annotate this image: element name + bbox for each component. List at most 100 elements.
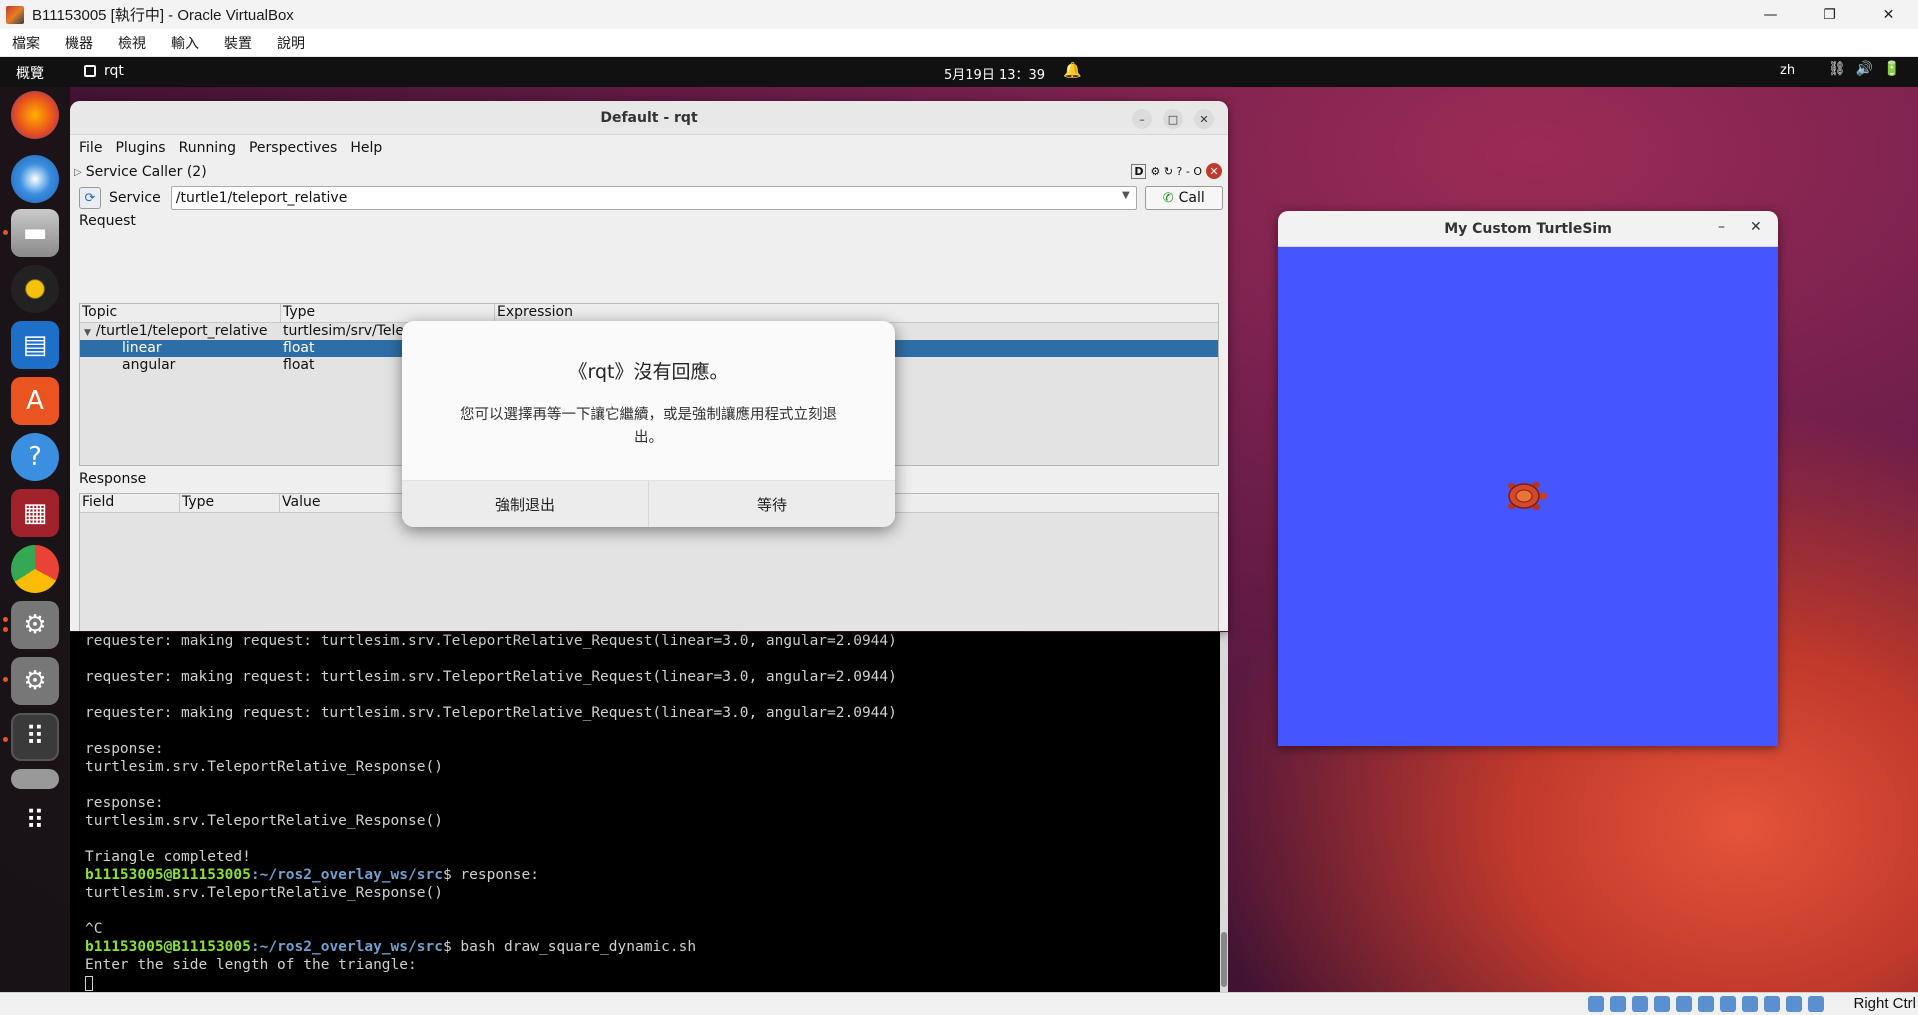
request-label: Request <box>79 213 136 229</box>
menu-view[interactable]: 檢視 <box>118 33 146 53</box>
terminal-window[interactable]: requester: making request: turtlesim.srv… <box>70 632 1228 992</box>
show-apps-icon[interactable]: ⠿ <box>11 797 59 845</box>
prompt-path: :~/ros2_overlay_ws/src <box>250 867 443 883</box>
column-header-topic[interactable]: Topic <box>80 304 281 322</box>
drive-icon[interactable] <box>11 769 59 789</box>
clock[interactable]: 5月19日 13：39 <box>944 64 1045 83</box>
dialog-title: 《rqt》沒有回應。 <box>568 361 729 383</box>
column-header-type[interactable]: Type <box>281 304 495 322</box>
writer-icon[interactable]: ▤ <box>11 321 59 369</box>
terminal-line: Enter the side length of the triangle: <box>85 957 417 973</box>
optical-icon[interactable] <box>1610 996 1626 1012</box>
network-icon[interactable] <box>1654 996 1670 1012</box>
thunderbird-icon[interactable] <box>11 155 59 203</box>
terminal-line: requester: making request: turtlesim.srv… <box>85 633 897 649</box>
menu-file[interactable]: File <box>79 140 102 156</box>
terminal-app-icon[interactable]: ▦ <box>11 489 59 537</box>
prompt-path: :~/ros2_overlay_ws/src <box>250 939 443 955</box>
rhythmbox-icon[interactable] <box>11 265 59 313</box>
close-button[interactable]: ✕ <box>1859 0 1918 29</box>
menu-perspectives[interactable]: Perspectives <box>249 140 337 156</box>
rqt-window-title: Default - rqt <box>600 110 698 126</box>
settings-icon-2[interactable]: ⚙ <box>11 657 59 705</box>
service-value: /turtle1/teleport_relative <box>175 190 348 206</box>
terminal-line: response: <box>85 795 164 811</box>
plugin-title: Service Caller (2) <box>85 164 207 180</box>
guest-desktop: 概覽 rqt 5月19日 13：39 🔔 zh ⛓🔊🔋 ▬ ▤ A ? ▦ ⚙ … <box>0 57 1918 992</box>
menu-devices[interactable]: 裝置 <box>224 33 252 53</box>
terminal-line: turtlesim.srv.TeleportRelative_Response(… <box>85 885 443 901</box>
collapse-triangle-icon[interactable]: ▼ <box>84 328 91 338</box>
running-indicator <box>3 617 8 622</box>
scrollbar-thumb[interactable] <box>1221 932 1227 987</box>
minimize-button[interactable]: – <box>1132 109 1152 129</box>
refresh-icon[interactable]: ⟳ <box>79 187 101 209</box>
hdd-icon[interactable] <box>1588 996 1604 1012</box>
turtle-icon <box>1508 482 1547 510</box>
keyboard-icon[interactable] <box>1808 996 1824 1012</box>
cpu-icon[interactable] <box>1764 996 1780 1012</box>
plugin-close-icon[interactable]: ✕ <box>1206 163 1222 179</box>
close-button[interactable]: ✕ <box>1750 219 1762 235</box>
plugin-header: ▷ Service Caller (2) D ⚙ ↻ ? - O ✕ <box>70 161 1228 183</box>
running-indicator <box>3 677 8 682</box>
menu-input[interactable]: 輸入 <box>171 33 199 53</box>
menu-machine[interactable]: 機器 <box>65 33 93 53</box>
input-language[interactable]: zh <box>1780 63 1795 78</box>
rqt-titlebar[interactable]: Default - rqt – □ ✕ <box>70 101 1228 135</box>
menu-help[interactable]: 說明 <box>277 33 305 53</box>
maximize-button[interactable]: □ <box>1163 109 1183 129</box>
column-header-field[interactable]: Field <box>80 494 180 512</box>
column-header-type[interactable]: Type <box>180 494 280 512</box>
terminal-line: turtlesim.srv.TeleportRelative_Response(… <box>85 759 443 775</box>
cell-topic: angular <box>122 357 176 373</box>
minimize-button[interactable]: – <box>1718 219 1725 235</box>
terminal-line: requester: making request: turtlesim.srv… <box>85 705 897 721</box>
menu-plugins[interactable]: Plugins <box>115 140 165 156</box>
expand-triangle-icon[interactable]: ▷ <box>74 167 82 178</box>
force-quit-button[interactable]: 強制退出 <box>402 481 649 527</box>
chrome-icon[interactable] <box>11 545 59 593</box>
terminal-line: requester: making request: turtlesim.srv… <box>85 669 897 685</box>
system-tray-icons[interactable]: ⛓🔊🔋 <box>1828 61 1911 77</box>
close-button[interactable]: ✕ <box>1194 109 1214 129</box>
terminal-line: response: <box>85 741 164 757</box>
terminal-line: Triangle completed! <box>85 849 251 865</box>
bell-icon[interactable]: 🔔 <box>1063 61 1082 79</box>
display-icon[interactable] <box>1720 996 1736 1012</box>
terminal-scrollbar[interactable] <box>1220 632 1228 992</box>
service-label: Service <box>109 190 161 206</box>
call-button[interactable]: ✆ Call <box>1144 186 1223 210</box>
service-combobox[interactable]: /turtle1/teleport_relative ▼ <box>170 186 1137 210</box>
usb-icon[interactable] <box>1676 996 1692 1012</box>
mouse-icon[interactable] <box>1786 996 1802 1012</box>
recording-icon[interactable] <box>1742 996 1758 1012</box>
help-icon[interactable]: ? <box>11 433 59 481</box>
files-icon[interactable]: ▬ <box>11 209 59 257</box>
activities-button[interactable]: 概覽 <box>16 63 44 83</box>
app-center-icon[interactable]: A <box>11 377 59 425</box>
menu-help[interactable]: Help <box>350 140 382 156</box>
menu-running[interactable]: Running <box>179 140 236 156</box>
dock-toggle-button[interactable]: D <box>1131 163 1147 179</box>
audio-icon[interactable] <box>1632 996 1648 1012</box>
prompt-command: $ bash draw_square_dynamic.sh <box>442 939 697 955</box>
restore-button[interactable]: ❐ <box>1800 0 1859 29</box>
firefox-icon[interactable] <box>11 91 59 139</box>
minimize-button[interactable]: — <box>1741 0 1800 29</box>
settings-icon[interactable]: ⚙ <box>11 601 59 649</box>
host-menubar: 檔案 機器 檢視 輸入 裝置 說明 <box>0 29 1918 57</box>
call-label: Call <box>1178 190 1205 206</box>
plugin-tool-icons[interactable]: ⚙ ↻ ? - O <box>1150 165 1202 178</box>
shared-folder-icon[interactable] <box>1698 996 1714 1012</box>
menu-file[interactable]: 檔案 <box>12 33 40 53</box>
column-header-expression[interactable]: Expression <box>495 304 1218 322</box>
rqt-app-icon[interactable]: ⠿ <box>11 713 59 761</box>
turtlesim-titlebar[interactable]: My Custom TurtleSim – ✕ <box>1278 211 1778 247</box>
app-menu-label: rqt <box>104 63 124 79</box>
app-menu[interactable]: rqt <box>84 63 124 79</box>
wait-button[interactable]: 等待 <box>649 481 895 527</box>
